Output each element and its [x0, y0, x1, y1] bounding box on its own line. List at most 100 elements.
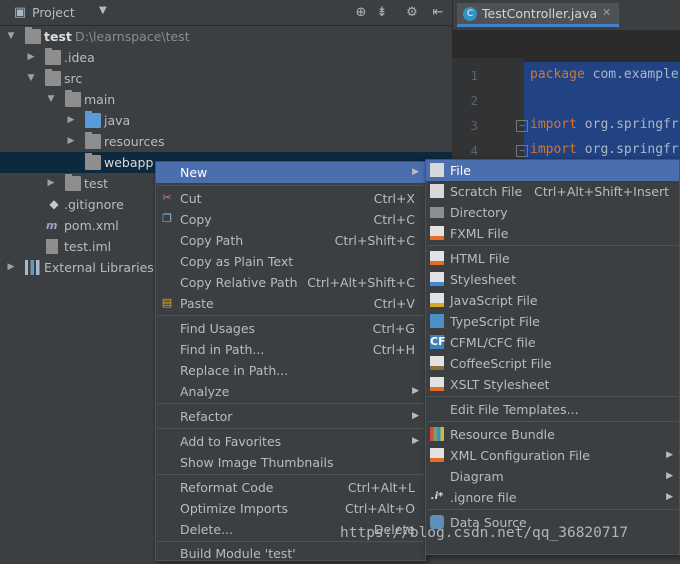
submenu-item-ignore-file[interactable]: .i* .ignore file ▶	[426, 487, 679, 508]
menu-item-copy-path[interactable]: Copy Path Ctrl+Shift+C	[156, 230, 425, 251]
context-menu: New ▶ ✂ Cut Ctrl+X ❐ Copy Ctrl+C Copy Pa…	[155, 161, 426, 561]
copy-icon: ❐	[162, 212, 172, 225]
project-toolwindow-header: ▣ Project ▼ ⊕ ⇟ ⚙ ⇤	[0, 0, 452, 26]
menu-separator	[157, 403, 424, 404]
ts-file-icon	[430, 314, 444, 328]
new-submenu: File Scratch File Ctrl+Alt+Shift+Insert …	[425, 159, 680, 555]
close-icon[interactable]: ✕	[602, 6, 611, 19]
menu-item-reformat-code[interactable]: Reformat Code Ctrl+Alt+L	[156, 477, 425, 498]
watermark-text: https://blog.csdn.net/qq_36820717	[340, 525, 629, 541]
fold-icon[interactable]: −	[516, 145, 528, 157]
chevron-right-icon[interactable]: ▶	[6, 257, 16, 278]
submenu-item-scratch-file[interactable]: Scratch File Ctrl+Alt+Shift+Insert	[426, 181, 679, 202]
menu-separator	[157, 315, 424, 316]
chevron-down-icon[interactable]: ▼	[46, 89, 56, 110]
editor-breadcrumb-area	[452, 30, 680, 58]
submenu-item-edit-file-templates[interactable]: Edit File Templates...	[426, 399, 679, 420]
menu-item-copy-plain-text[interactable]: Copy as Plain Text	[156, 251, 425, 272]
menu-item-replace-in-path[interactable]: Replace in Path...	[156, 360, 425, 381]
project-view-icon[interactable]: ▣	[12, 5, 28, 21]
tree-label: main	[84, 92, 116, 107]
submenu-item-directory[interactable]: Directory	[426, 202, 679, 223]
editor-tab[interactable]: C TestController.java ✕	[457, 3, 619, 27]
tree-label: java	[104, 113, 131, 128]
submenu-item-coffeescript-file[interactable]: CoffeeScript File	[426, 353, 679, 374]
submenu-item-javascript-file[interactable]: JavaScript File	[426, 290, 679, 311]
chevron-down-icon[interactable]: ▼	[99, 5, 107, 16]
resource-bundle-icon	[430, 427, 444, 441]
tree-label: External Libraries	[44, 260, 154, 275]
menu-item-paste[interactable]: ▤ Paste Ctrl+V	[156, 293, 425, 314]
menu-item-optimize-imports[interactable]: Optimize Imports Ctrl+Alt+O	[156, 498, 425, 519]
submenu-item-diagram[interactable]: Diagram ▶	[426, 466, 679, 487]
chevron-down-icon[interactable]: ▼	[26, 68, 36, 89]
menu-separator	[427, 245, 678, 246]
submenu-item-typescript-file[interactable]: TypeScript File	[426, 311, 679, 332]
submenu-item-fxml-file[interactable]: FXML File	[426, 223, 679, 244]
project-view-title[interactable]: Project	[32, 5, 75, 20]
tree-label: webapp	[104, 155, 154, 170]
menu-separator	[157, 185, 424, 186]
tree-label: test	[44, 29, 72, 44]
submenu-arrow-icon: ▶	[666, 492, 673, 502]
submenu-arrow-icon: ▶	[412, 411, 419, 421]
file-icon	[430, 163, 444, 177]
submenu-item-xslt-stylesheet[interactable]: XSLT Stylesheet	[426, 374, 679, 395]
scratch-file-icon	[430, 184, 444, 198]
menu-item-build-module[interactable]: Build Module 'test'	[156, 543, 425, 564]
module-folder-icon	[25, 27, 41, 44]
folder-icon	[45, 69, 61, 86]
gear-icon[interactable]: ⚙	[404, 5, 420, 21]
tree-label: test	[84, 176, 109, 191]
menu-item-show-image-thumbnails[interactable]: Show Image Thumbnails	[156, 452, 425, 473]
tree-row-project-root[interactable]: ▼ test D:\learnspace\test	[0, 26, 452, 47]
ignore-file-icon: .i*	[430, 491, 444, 502]
tree-row-idea[interactable]: ▶ .idea	[0, 47, 452, 68]
submenu-item-resource-bundle[interactable]: Resource Bundle	[426, 424, 679, 445]
chevron-right-icon[interactable]: ▶	[46, 173, 56, 194]
submenu-arrow-icon: ▶	[412, 386, 419, 396]
menu-item-find-usages[interactable]: Find Usages Ctrl+G	[156, 318, 425, 339]
tree-row-src[interactable]: ▼ src	[0, 68, 452, 89]
fxml-file-icon	[430, 226, 444, 240]
menu-item-find-in-path[interactable]: Find in Path... Ctrl+H	[156, 339, 425, 360]
submenu-item-file[interactable]: File	[426, 160, 679, 181]
chevron-right-icon[interactable]: ▶	[66, 110, 76, 131]
menu-item-refactor[interactable]: Refactor ▶	[156, 406, 425, 427]
css-file-icon	[430, 272, 444, 286]
menu-item-cut[interactable]: ✂ Cut Ctrl+X	[156, 188, 425, 209]
code-line: package com.example	[530, 67, 679, 82]
xslt-file-icon	[430, 377, 444, 391]
tree-row-resources[interactable]: ▶ resources	[0, 131, 452, 152]
menu-item-copy[interactable]: ❐ Copy Ctrl+C	[156, 209, 425, 230]
submenu-item-stylesheet[interactable]: Stylesheet	[426, 269, 679, 290]
chevron-down-icon[interactable]: ▼	[6, 26, 16, 47]
menu-separator	[157, 474, 424, 475]
chevron-right-icon[interactable]: ▶	[66, 131, 76, 152]
tree-label: resources	[104, 134, 165, 149]
menu-item-add-to-favorites[interactable]: Add to Favorites ▶	[156, 431, 425, 452]
menu-item-analyze[interactable]: Analyze ▶	[156, 381, 425, 402]
submenu-arrow-icon: ▶	[666, 450, 673, 460]
source-folder-icon	[85, 111, 101, 128]
xml-file-icon	[430, 448, 444, 462]
menu-separator	[157, 428, 424, 429]
fold-icon[interactable]: −	[516, 120, 528, 132]
locate-icon[interactable]: ⊕	[353, 5, 369, 21]
menu-item-copy-relative-path[interactable]: Copy Relative Path Ctrl+Alt+Shift+C	[156, 272, 425, 293]
hide-icon[interactable]: ⇤	[430, 5, 446, 21]
folder-icon	[65, 174, 81, 191]
module-file-icon	[46, 239, 58, 254]
collapse-all-icon[interactable]: ⇟	[374, 5, 390, 21]
submenu-item-html-file[interactable]: HTML File	[426, 248, 679, 269]
submenu-item-cfml-file[interactable]: CF CFML/CFC file	[426, 332, 679, 353]
editor-tab-bar: C TestController.java ✕	[452, 0, 680, 30]
menu-item-new[interactable]: New ▶	[156, 162, 425, 183]
tree-row-main[interactable]: ▼ main	[0, 89, 452, 110]
tree-row-java[interactable]: ▶ java	[0, 110, 452, 131]
java-class-icon: C	[463, 7, 477, 21]
submenu-item-xml-configuration-file[interactable]: XML Configuration File ▶	[426, 445, 679, 466]
menu-separator	[427, 396, 678, 397]
scissors-icon: ✂	[162, 191, 172, 204]
chevron-right-icon[interactable]: ▶	[26, 47, 36, 68]
